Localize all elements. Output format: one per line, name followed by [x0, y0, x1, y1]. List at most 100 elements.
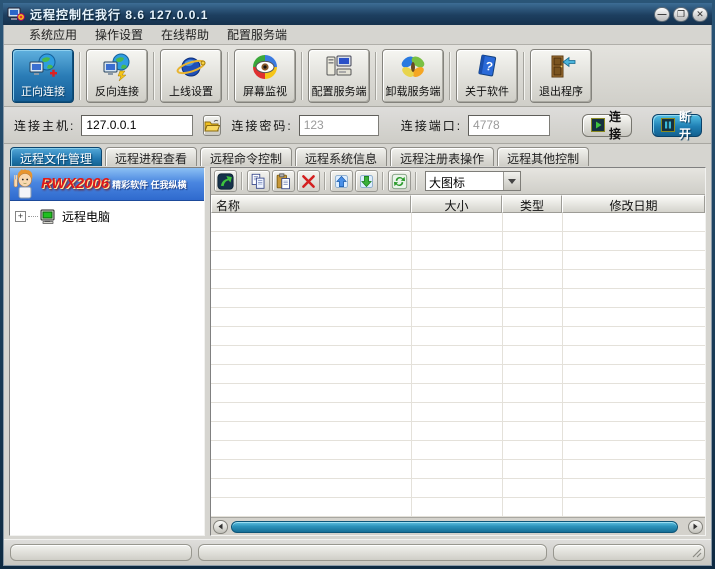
disconnect-button[interactable]: 断 开	[652, 114, 702, 137]
tab-remote-registry[interactable]: 远程注册表操作	[390, 147, 494, 166]
copy-button[interactable]	[247, 170, 270, 192]
window-title: 远程控制任我行 8.6 127.0.0.1	[30, 6, 654, 23]
toolbar-button-exit[interactable]: 退出程序	[530, 49, 592, 103]
file-panel: 大图标 名称 大小 类型 修改日期	[210, 167, 706, 536]
toolbar-button-uninstall-server[interactable]: 卸载服务端	[382, 49, 444, 103]
tab-remote-command-control[interactable]: 远程命令控制	[200, 147, 292, 166]
column-header-name[interactable]: 名称	[211, 195, 411, 213]
tab-strip: 远程文件管理 远程进程查看 远程命令控制 远程系统信息 远程注册表操作 远程其他…	[4, 144, 711, 166]
file-list[interactable]	[211, 213, 705, 517]
toolbar-separator	[79, 52, 81, 100]
toolbar-button-label: 卸载服务端	[386, 83, 441, 99]
tree-connector-line	[28, 216, 38, 217]
statusbar-panel-1	[10, 544, 192, 561]
maximize-button[interactable]: ❐	[673, 7, 689, 22]
app-icon	[7, 6, 25, 22]
toolbar-separator	[375, 52, 377, 100]
scroll-left-button[interactable]	[213, 520, 228, 534]
reverse-connect-icon	[102, 53, 132, 81]
statusbar-panel-2	[198, 544, 547, 561]
toolbar-separator	[227, 52, 229, 100]
toolbar-button-reverse-connect[interactable]: 反向连接	[86, 49, 148, 103]
menu-configure-server[interactable]: 配置服务端	[220, 24, 294, 45]
upload-button[interactable]	[330, 170, 353, 192]
host-input[interactable]	[81, 115, 193, 136]
browse-hosts-button[interactable]	[203, 115, 221, 136]
statusbar-panel-3	[553, 544, 705, 561]
menubar: 系统应用 操作设置 在线帮助 配置服务端	[4, 25, 711, 45]
mascot-image	[12, 169, 38, 199]
connect-button-label: 连 接	[609, 108, 623, 142]
scrollbar-track[interactable]	[230, 520, 686, 534]
delete-button[interactable]	[297, 170, 320, 192]
tab-remote-system-info[interactable]: 远程系统信息	[295, 147, 387, 166]
titlebar[interactable]: 远程控制任我行 8.6 127.0.0.1 — ❐ ✕	[3, 3, 712, 25]
tree-item-remote-computer[interactable]: + 远程电脑	[15, 208, 199, 225]
tab-remote-file-manager[interactable]: 远程文件管理	[10, 147, 102, 166]
column-header-size[interactable]: 大小	[411, 195, 502, 213]
refresh-icon	[391, 173, 408, 190]
sidebar: RWX2006精彩软件 任我纵横 + 远程电脑	[9, 167, 205, 536]
file-toolbar: 大图标	[211, 168, 705, 195]
menu-system[interactable]: 系统应用	[22, 24, 84, 45]
configure-server-icon	[324, 53, 354, 81]
toolbar-button-configure-server[interactable]: 配置服务端	[308, 49, 370, 103]
window-controls: — ❐ ✕	[654, 7, 708, 22]
uninstall-server-icon	[398, 53, 428, 81]
exit-program-icon	[546, 53, 576, 81]
online-settings-icon	[176, 53, 206, 81]
port-label: 连接端口:	[401, 117, 462, 134]
view-mode-dropdown-button[interactable]	[503, 172, 520, 190]
go-back-icon	[217, 173, 234, 190]
resize-grip-icon[interactable]	[692, 548, 702, 558]
toolbar-button-label: 屏幕监视	[243, 83, 287, 99]
connect-button[interactable]: 连 接	[582, 114, 632, 137]
port-input[interactable]	[468, 115, 550, 136]
about-software-icon: ?	[472, 53, 502, 81]
go-back-button[interactable]	[214, 170, 237, 192]
tab-remote-process-view[interactable]: 远程进程查看	[105, 147, 197, 166]
horizontal-scrollbar[interactable]	[211, 517, 705, 535]
file-toolbar-separator	[415, 172, 417, 190]
tab-remote-other-control[interactable]: 远程其他控制	[497, 147, 589, 166]
toolbar-button-label: 退出程序	[539, 83, 583, 99]
toolbar-button-forward-connect[interactable]: 正向连接	[12, 49, 74, 103]
minimize-button[interactable]: —	[654, 7, 670, 22]
download-button[interactable]	[355, 170, 378, 192]
chevron-down-icon	[508, 179, 516, 188]
column-header-modified-date[interactable]: 修改日期	[562, 195, 705, 213]
main-area: RWX2006精彩软件 任我纵横 + 远程电脑	[4, 166, 711, 539]
toolbar-button-label: 关于软件	[465, 83, 509, 99]
menu-operation-settings[interactable]: 操作设置	[88, 24, 150, 45]
scroll-right-icon	[692, 523, 699, 530]
toolbar-button-label: 反向连接	[95, 83, 139, 99]
toolbar-button-label: 正向连接	[21, 83, 65, 99]
sidebar-banner: RWX2006精彩软件 任我纵横	[10, 168, 204, 201]
connection-bar: 连接主机: 连接密码: 连接端口: 连 接 断 开	[4, 107, 711, 144]
toolbar-separator	[301, 52, 303, 100]
host-label: 连接主机:	[14, 117, 75, 134]
paste-button[interactable]	[272, 170, 295, 192]
scrollbar-thumb[interactable]	[231, 521, 678, 533]
toolbar-button-screen-monitor[interactable]: 屏幕监视	[234, 49, 296, 103]
remote-computer-tree[interactable]: + 远程电脑	[10, 201, 204, 535]
view-mode-select[interactable]: 大图标	[425, 171, 521, 191]
grid-vline	[411, 213, 412, 517]
disconnect-button-label: 断 开	[679, 108, 693, 142]
copy-icon	[250, 173, 267, 190]
toolbar-separator	[153, 52, 155, 100]
main-toolbar: 正向连接 反向连接 上线设置	[4, 45, 711, 107]
menu-online-help[interactable]: 在线帮助	[154, 24, 216, 45]
toolbar-button-about[interactable]: ? 关于软件	[456, 49, 518, 103]
view-mode-value: 大图标	[426, 172, 503, 190]
column-header-type[interactable]: 类型	[502, 195, 562, 213]
toolbar-button-label: 配置服务端	[312, 83, 367, 99]
refresh-button[interactable]	[388, 170, 411, 192]
grid-vline	[502, 213, 503, 517]
delete-icon	[300, 173, 317, 190]
close-button[interactable]: ✕	[692, 7, 708, 22]
tree-expand-toggle[interactable]: +	[15, 211, 26, 222]
toolbar-button-online-settings[interactable]: 上线设置	[160, 49, 222, 103]
scroll-right-button[interactable]	[688, 520, 703, 534]
password-input[interactable]	[299, 115, 379, 136]
